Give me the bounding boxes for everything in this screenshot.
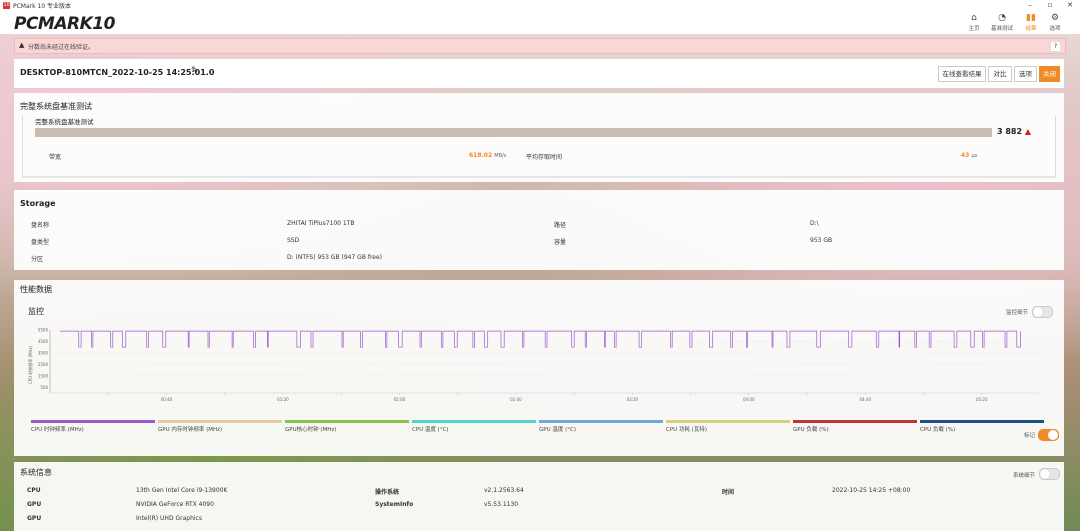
y-tick-label: 5500 <box>38 328 49 333</box>
system-details-toggle[interactable] <box>1039 468 1060 480</box>
sysinfo-key: 时间 <box>722 489 735 496</box>
options-button[interactable]: 选项 <box>1014 66 1037 82</box>
x-tick-label: 04:40 <box>860 397 872 402</box>
x-tick-label: 03:20 <box>627 397 639 402</box>
alert-text: 分数尚未经过在线验证。 <box>28 44 95 51</box>
y-tick-label: 4500 <box>38 339 49 344</box>
y-tick-label: 500 <box>40 385 48 390</box>
y-tick-label: 2500 <box>38 362 49 367</box>
maximize-icon[interactable]: ▫ <box>1040 0 1060 11</box>
result-header: DESKTOP-810MTCN_2022-10-25 14:25:01.0 ✎ … <box>14 59 1064 88</box>
score-bar <box>35 128 992 137</box>
benchmark-card: 完整系统盘基准测试 3 882 ▲ 带宽 618.02 MB/s 平均存取时间 … <box>22 116 1056 178</box>
help-button[interactable]: ? <box>1050 41 1061 52</box>
monitor-details-toggle[interactable] <box>1032 306 1053 318</box>
y-tick-label: 3500 <box>38 350 49 355</box>
system-details-label: 系统细节 <box>1013 473 1036 479</box>
x-tick-label: 04:00 <box>743 397 755 402</box>
app-header: PCMARK10 ⌂ 主页 ◔ 基准测试 ▮▮ 结果 ⚙ 选项 <box>0 11 1080 34</box>
performance-title: 性能数据 <box>20 285 52 294</box>
sysinfo-key: SystemInfo <box>375 501 414 508</box>
sysinfo-key: GPU <box>27 501 42 508</box>
sysinfo-key: GPU <box>27 515 42 522</box>
storage-title: Storage <box>20 199 56 208</box>
storage-key: 分区 <box>31 256 44 263</box>
sysinfo-value: NVIDIA GeForce RTX 4090 <box>136 501 214 508</box>
result-title: DESKTOP-810MTCN_2022-10-25 14:25:01.0 <box>20 68 215 77</box>
storage-value: ZHITAI TiPlus7100 1TB <box>287 220 355 227</box>
nav-results[interactable]: ▮▮ 结果 <box>1018 13 1044 32</box>
legend-item[interactable]: GPU 内存时钟频率 (MHz) <box>158 420 282 433</box>
gear-icon: ⚙ <box>1050 13 1060 23</box>
bandwidth-value: 618.02 MB/s <box>469 152 507 159</box>
bandwidth-label: 带宽 <box>49 154 62 161</box>
sysinfo-key: CPU <box>27 487 41 494</box>
y-axis-label: CPU 时钟频率 (MHz) <box>27 345 33 384</box>
storage-value: D: (NTFS) 953 GB (947 GB free) <box>287 254 383 261</box>
legend-item[interactable]: GPU 负载 (%) <box>793 420 917 433</box>
nav-benchmarks[interactable]: ◔ 基准测试 <box>989 13 1015 32</box>
benchmark-section-title: 完整系统盘基准测试 <box>20 102 92 111</box>
performance-chart: 5500 4500 3500 2500 1500 500 CPU 时钟频率 (MHz) 00:… <box>27 328 1041 402</box>
series-line-cpu-clock <box>60 330 1021 348</box>
storage-key: 盘类型 <box>31 239 50 246</box>
compare-button[interactable]: 对比 <box>988 66 1012 82</box>
app-icon: 10 <box>3 2 10 9</box>
warning-icon: ▲ <box>19 41 25 49</box>
test-name: 完整系统盘基准测试 <box>35 118 94 126</box>
system-info-section: 系统信息 系统细节 CPU 13th Gen Intel Core i9-139… <box>14 462 1064 531</box>
legend-item[interactable]: GPU 温度 (°C) <box>539 420 663 433</box>
storage-value: 953 GB <box>810 237 833 244</box>
legend-item[interactable]: CPU 温度 (°C) <box>412 420 536 433</box>
x-tick-label: 05:20 <box>976 397 988 402</box>
sysinfo-value: v2.1.2563.64 <box>484 487 524 494</box>
storage-key: 路径 <box>554 222 567 229</box>
benchmark-section: 完整系统盘基准测试 完整系统盘基准测试 3 882 ▲ 带宽 618.02 MB… <box>14 93 1064 182</box>
view-online-button[interactable]: 在线查看结果 <box>938 66 986 82</box>
gauge-icon: ◔ <box>998 13 1006 23</box>
markers-label: 标记 <box>1024 433 1036 439</box>
minimize-icon[interactable]: – <box>1020 0 1040 11</box>
storage-value: D:\ <box>810 220 819 227</box>
score-value: 3 882 ▲ <box>997 127 1032 136</box>
monitor-details-label: 监控细节 <box>1006 310 1029 316</box>
storage-key: 容量 <box>554 239 567 246</box>
window-title: PCMark 10 专业版本 <box>13 3 72 10</box>
pcmark-logo: PCMARK10 <box>14 14 115 34</box>
system-info-title: 系统信息 <box>20 468 52 477</box>
nav-options[interactable]: ⚙ 选项 <box>1042 13 1068 32</box>
x-tick-label: 02:40 <box>510 397 522 402</box>
results-icon: ▮▮ <box>1026 13 1036 23</box>
sysinfo-value: v5.53.1130 <box>484 501 519 508</box>
y-tick-label: 1500 <box>38 373 49 378</box>
warning-icon: ▲ <box>1024 127 1032 136</box>
x-tick-label: 02:00 <box>394 397 406 402</box>
storage-section: Storage 盘名称 ZHITAI TiPlus7100 1TB 路径 D:\… <box>14 190 1064 270</box>
edit-pencil-icon[interactable]: ✎ <box>191 66 199 76</box>
x-tick-label: 00:40 <box>161 397 173 402</box>
sysinfo-value: Intel(R) UHD Graphics <box>136 515 202 522</box>
markers-toggle[interactable] <box>1038 429 1059 441</box>
x-tick-label: 01:20 <box>277 397 289 402</box>
latency-label: 平均存取时间 <box>526 154 563 161</box>
sysinfo-key: 操作系统 <box>375 489 400 496</box>
home-icon: ⌂ <box>971 13 977 23</box>
nav-home[interactable]: ⌂ 主页 <box>961 13 987 32</box>
legend-item[interactable]: CPU 时钟频率 (MHz) <box>31 420 155 433</box>
legend-item[interactable]: GPU核心时钟 (MHz) <box>285 420 409 433</box>
sysinfo-value: 13th Gen Intel Core i9-13900K <box>136 487 228 494</box>
legend-item[interactable]: CPU 功耗 (瓦特) <box>666 420 790 433</box>
close-button[interactable]: 关闭 <box>1039 66 1060 82</box>
latency-value: 43 μs <box>961 152 978 159</box>
sysinfo-value: 2022-10-25 14:25 +08:00 <box>832 487 911 494</box>
monitor-title: 监控 <box>28 307 44 316</box>
close-icon[interactable]: ✕ <box>1060 0 1080 11</box>
validation-alert: ▲ 分数尚未经过在线验证。 ? <box>14 38 1066 54</box>
storage-key: 盘名称 <box>31 222 50 229</box>
storage-value: SSD <box>287 237 300 244</box>
performance-section: 性能数据 监控 监控细节 5500 4500 3500 2500 1500 500 CPU … <box>14 280 1064 456</box>
